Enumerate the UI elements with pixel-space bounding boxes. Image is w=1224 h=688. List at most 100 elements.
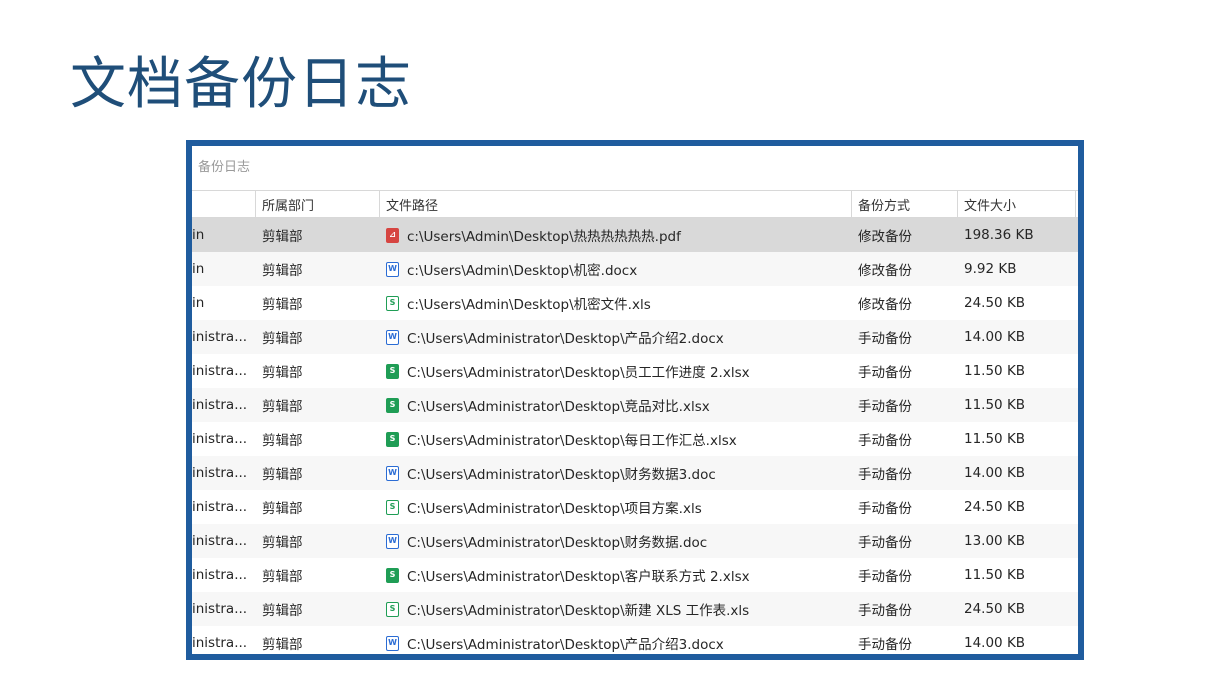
cell-file-size: 24.50 KB: [964, 499, 1026, 515]
cell-backup-mode: 修改备份: [858, 297, 912, 313]
table-row[interactable]: inistra... 剪辑部 S C:\Users\Administrator\Des…: [192, 422, 1078, 456]
cell-department: 剪辑部: [262, 501, 303, 517]
cell-user: inistra...: [192, 465, 248, 481]
excel-file-icon: S: [386, 397, 399, 413]
table-row[interactable]: inistra... 剪辑部 S C:\Users\Administrator\Des…: [192, 592, 1078, 626]
cell-file-size: 11.50 KB: [964, 567, 1026, 583]
cell-backup-mode: 手动备份: [858, 399, 912, 415]
file-path-text: C:\Users\Administrator\Desktop\竞品对比.xlsx: [407, 399, 710, 415]
cell-backup-mode: 手动备份: [858, 501, 912, 517]
cell-user: in: [192, 261, 205, 277]
cell-backup-mode: 手动备份: [858, 637, 912, 653]
file-path-text: C:\Users\Administrator\Desktop\财务数据3.doc: [407, 467, 716, 483]
excel-file-icon: S: [386, 295, 399, 311]
table-header: 所属部门 文件路径 备份方式 文件大小: [192, 190, 1078, 218]
cell-user: inistra...: [192, 329, 248, 345]
table-row[interactable]: in 剪辑部 ⊿ c:\Users\Admin\Desktop\热热热热热热.pdf 修…: [192, 218, 1078, 252]
cell-backup-mode: 手动备份: [858, 569, 912, 585]
table-row[interactable]: inistra... 剪辑部 S C:\Users\Administrator\Des…: [192, 558, 1078, 592]
column-header-department[interactable]: 所属部门: [256, 191, 380, 217]
excel-file-icon: S: [386, 601, 399, 617]
word-file-icon: W: [386, 635, 399, 651]
cell-department: 剪辑部: [262, 263, 303, 279]
cell-user: inistra...: [192, 635, 248, 651]
cell-user: in: [192, 295, 205, 311]
file-path-text: C:\Users\Administrator\Desktop\员工工作进度 2.…: [407, 365, 750, 381]
cell-file-size: 14.00 KB: [964, 635, 1026, 651]
cell-department: 剪辑部: [262, 297, 303, 313]
cell-department: 剪辑部: [262, 229, 303, 245]
cell-file-path: S C:\Users\Administrator\Desktop\员工工作进度 2…: [380, 354, 852, 388]
excel-file-icon: S: [386, 499, 399, 515]
table-row[interactable]: inistra... 剪辑部 S C:\Users\Administrator\Des…: [192, 490, 1078, 524]
cell-file-path: W C:\Users\Administrator\Desktop\财务数据.doc: [380, 524, 852, 558]
cell-file-path: W C:\Users\Administrator\Desktop\财务数据3.do…: [380, 456, 852, 490]
column-header-user[interactable]: [192, 191, 256, 217]
cell-user: inistra...: [192, 601, 248, 617]
cell-file-path: S C:\Users\Administrator\Desktop\每日工作汇总.x…: [380, 422, 852, 456]
cell-department: 剪辑部: [262, 569, 303, 585]
cell-file-size: 24.50 KB: [964, 295, 1026, 311]
cell-file-path: ⊿ c:\Users\Admin\Desktop\热热热热热热.pdf: [380, 218, 852, 252]
cell-file-path: S C:\Users\Administrator\Desktop\项目方案.xls: [380, 490, 852, 524]
cell-file-path: W C:\Users\Administrator\Desktop\产品介绍2.do…: [380, 320, 852, 354]
cell-user: inistra...: [192, 397, 248, 413]
file-path-text: C:\Users\Administrator\Desktop\客户联系方式 2.…: [407, 569, 750, 585]
file-path-text: c:\Users\Admin\Desktop\热热热热热热.pdf: [407, 229, 681, 245]
file-path-text: c:\Users\Admin\Desktop\机密.docx: [407, 263, 638, 279]
cell-file-path: Wc:\Users\Admin\Desktop\机密.docx: [380, 252, 852, 286]
table-body: in 剪辑部 ⊿ c:\Users\Admin\Desktop\热热热热热热.pdf 修…: [192, 218, 1078, 654]
cell-file-path: W C:\Users\Administrator\Desktop\产品介绍3.do…: [380, 626, 852, 654]
cell-department: 剪辑部: [262, 603, 303, 619]
cell-backup-mode: 手动备份: [858, 467, 912, 483]
cell-department: 剪辑部: [262, 637, 303, 653]
file-path-text: c:\Users\Admin\Desktop\机密文件.xls: [407, 297, 651, 313]
cell-department: 剪辑部: [262, 535, 303, 551]
table-row[interactable]: inistra... 剪辑部 S C:\Users\Administrator\Des…: [192, 388, 1078, 422]
cell-user: inistra...: [192, 363, 248, 379]
excel-file-icon: S: [386, 363, 399, 379]
cell-file-path: S C:\Users\Administrator\Desktop\新建 XLS 工…: [380, 592, 852, 626]
cell-backup-mode: 手动备份: [858, 331, 912, 347]
cell-backup-mode: 手动备份: [858, 365, 912, 381]
cell-user: inistra...: [192, 567, 248, 583]
table-row[interactable]: in 剪辑部 Wc:\Users\Admin\Desktop\机密.docx 修改备份…: [192, 252, 1078, 286]
cell-backup-mode: 手动备份: [858, 535, 912, 551]
cell-file-path: Sc:\Users\Admin\Desktop\机密文件.xls: [380, 286, 852, 320]
cell-file-size: 24.50 KB: [964, 601, 1026, 617]
cell-backup-mode: 手动备份: [858, 433, 912, 449]
cell-backup-mode: 修改备份: [858, 229, 912, 245]
column-header-backup-mode[interactable]: 备份方式: [852, 191, 958, 217]
file-path-text: C:\Users\Administrator\Desktop\财务数据.doc: [407, 535, 708, 551]
table-row[interactable]: inistra... 剪辑部 S C:\Users\Administrator\Des…: [192, 354, 1078, 388]
word-file-icon: W: [386, 465, 399, 481]
cell-file-size: 14.00 KB: [964, 329, 1026, 345]
cell-file-size: 11.50 KB: [964, 431, 1026, 447]
column-header-file-size[interactable]: 文件大小: [958, 191, 1076, 217]
backup-log-window: 备份日志 所属部门 文件路径 备份方式 文件大小 in 剪辑部 ⊿ c:\Users\…: [186, 140, 1084, 660]
cell-file-size: 198.36 KB: [964, 227, 1034, 243]
excel-file-icon: S: [386, 567, 399, 583]
file-path-text: C:\Users\Administrator\Desktop\产品介绍3.doc…: [407, 637, 724, 653]
cell-department: 剪辑部: [262, 331, 303, 347]
word-file-icon: W: [386, 261, 399, 277]
file-path-text: C:\Users\Administrator\Desktop\项目方案.xls: [407, 501, 702, 517]
table-row[interactable]: inistra... 剪辑部 W C:\Users\Administrator\Des…: [192, 626, 1078, 654]
cell-user: inistra...: [192, 533, 248, 549]
cell-user: in: [192, 227, 205, 243]
column-header-file-path[interactable]: 文件路径: [380, 191, 852, 217]
cell-file-size: 14.00 KB: [964, 465, 1026, 481]
cell-file-path: S C:\Users\Administrator\Desktop\客户联系方式 2…: [380, 558, 852, 592]
table-row[interactable]: in 剪辑部 Sc:\Users\Admin\Desktop\机密文件.xls 修改备…: [192, 286, 1078, 320]
table-row[interactable]: inistra... 剪辑部 W C:\Users\Administrator\Des…: [192, 456, 1078, 490]
cell-department: 剪辑部: [262, 433, 303, 449]
cell-user: inistra...: [192, 431, 248, 447]
cell-department: 剪辑部: [262, 399, 303, 415]
file-path-text: C:\Users\Administrator\Desktop\产品介绍2.doc…: [407, 331, 724, 347]
table-row[interactable]: inistra... 剪辑部 W C:\Users\Administrator\Des…: [192, 524, 1078, 558]
slide-title: 文档备份日志: [70, 52, 412, 117]
word-file-icon: W: [386, 533, 399, 549]
excel-file-icon: S: [386, 431, 399, 447]
cell-file-size: 9.92 KB: [964, 261, 1017, 277]
table-row[interactable]: inistra... 剪辑部 W C:\Users\Administrator\Des…: [192, 320, 1078, 354]
